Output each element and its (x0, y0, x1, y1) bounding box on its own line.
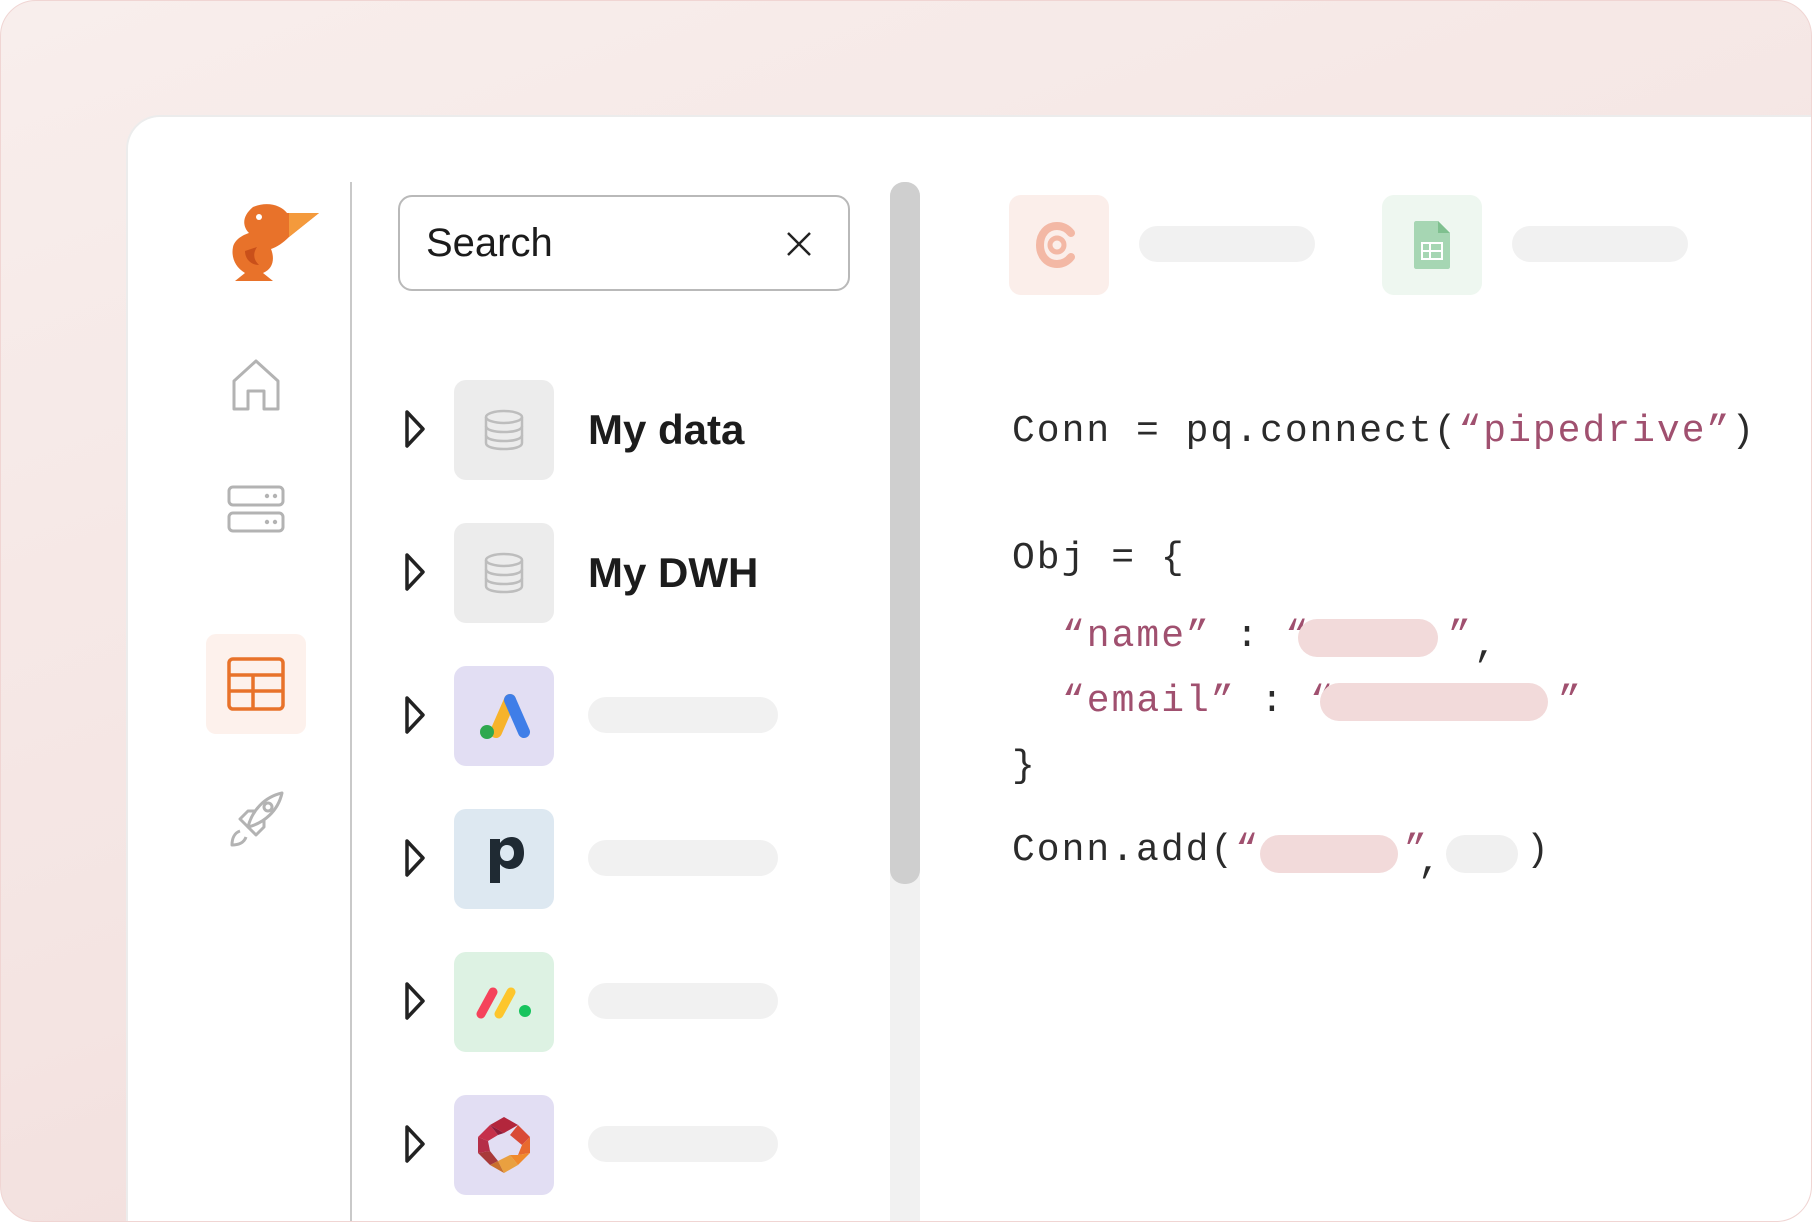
expand-arrow-icon[interactable] (404, 552, 426, 592)
table-icon (227, 657, 285, 711)
google-ads-icon (454, 666, 554, 766)
expand-arrow-icon[interactable] (404, 409, 426, 449)
c-logo-icon (1035, 221, 1075, 269)
sidebar-divider (350, 182, 352, 1221)
google-sheets-icon (1414, 221, 1450, 269)
hexagon-logo-icon (454, 1095, 554, 1195)
redacted-value (1298, 619, 1438, 657)
code-line-email: “email” : “ (1062, 680, 1335, 723)
connector-card-sheets[interactable] (1382, 195, 1482, 295)
code-line-connect: Conn = pq.connect(“pipedrive”) (1012, 410, 1756, 453)
label-placeholder (588, 840, 778, 876)
database-icon (454, 380, 554, 480)
code-text: : (1210, 615, 1286, 658)
sidebar-item-tables[interactable] (206, 634, 306, 734)
tree-item-hexagon-source[interactable] (404, 1095, 804, 1195)
label-placeholder (588, 1126, 778, 1162)
redacted-value (1260, 835, 1398, 873)
code-line-close-brace: } (1012, 745, 1037, 788)
sidebar-item-deploy[interactable] (206, 769, 306, 869)
tree-item-pipedrive[interactable] (404, 809, 804, 909)
expand-arrow-icon[interactable] (404, 1124, 426, 1164)
code-string: “ (1235, 829, 1261, 872)
code-text: Conn.add( (1012, 829, 1236, 872)
scrollbar-thumb[interactable] (890, 182, 920, 884)
code-string: “name” (1062, 615, 1211, 658)
tree-item-label: My DWH (588, 549, 759, 596)
tree-item-my-data[interactable]: My data (404, 380, 804, 480)
connector-card-c[interactable] (1009, 195, 1109, 295)
code-text: Conn = pq.connect( (1012, 410, 1459, 453)
label-placeholder (588, 983, 778, 1019)
code-line-add: Conn.add(“ (1012, 829, 1260, 872)
search-value: Search (426, 220, 553, 265)
code-close-quote: ” (1448, 615, 1473, 658)
code-text: ) (1731, 410, 1757, 453)
server-icon (227, 485, 285, 533)
expand-arrow-icon[interactable] (404, 695, 426, 735)
code-string: “pipedrive” (1458, 410, 1732, 453)
tree-item-my-dwh[interactable]: My DWH (404, 523, 804, 623)
code-close-quote: ” (1558, 680, 1583, 723)
connector-name-placeholder (1139, 226, 1315, 262)
code-text: ) (1526, 829, 1551, 872)
code-text: : (1235, 680, 1311, 723)
rocket-icon (230, 791, 284, 847)
sidebar-item-servers[interactable] (206, 459, 306, 559)
redacted-value (1320, 683, 1548, 721)
code-line-obj: Obj = { (1012, 537, 1186, 580)
home-icon (232, 359, 280, 411)
pipedrive-icon (454, 809, 554, 909)
app-window: Search My data My DWH Conn = pq.connect(… (126, 115, 1811, 1221)
expand-arrow-icon[interactable] (404, 981, 426, 1021)
sidebar-item-home[interactable] (206, 335, 306, 435)
monday-icon (454, 952, 554, 1052)
code-comma: , (1474, 625, 1499, 668)
tree-item-google-ads[interactable] (404, 666, 804, 766)
tree-item-label: My data (588, 406, 745, 453)
search-input[interactable]: Search (398, 195, 850, 291)
pelican-logo-icon (232, 204, 319, 281)
code-comma: , (1418, 841, 1443, 884)
code-string: “email” (1062, 680, 1236, 723)
connector-name-placeholder (1512, 226, 1688, 262)
redacted-value (1446, 835, 1518, 873)
database-icon (454, 523, 554, 623)
tree-item-monday[interactable] (404, 952, 804, 1052)
code-line-name: “name” : “ (1062, 615, 1310, 658)
expand-arrow-icon[interactable] (404, 838, 426, 878)
app-frame: Search My data My DWH Conn = pq.connect(… (0, 0, 1812, 1222)
label-placeholder (588, 697, 778, 733)
close-icon[interactable] (786, 231, 812, 257)
